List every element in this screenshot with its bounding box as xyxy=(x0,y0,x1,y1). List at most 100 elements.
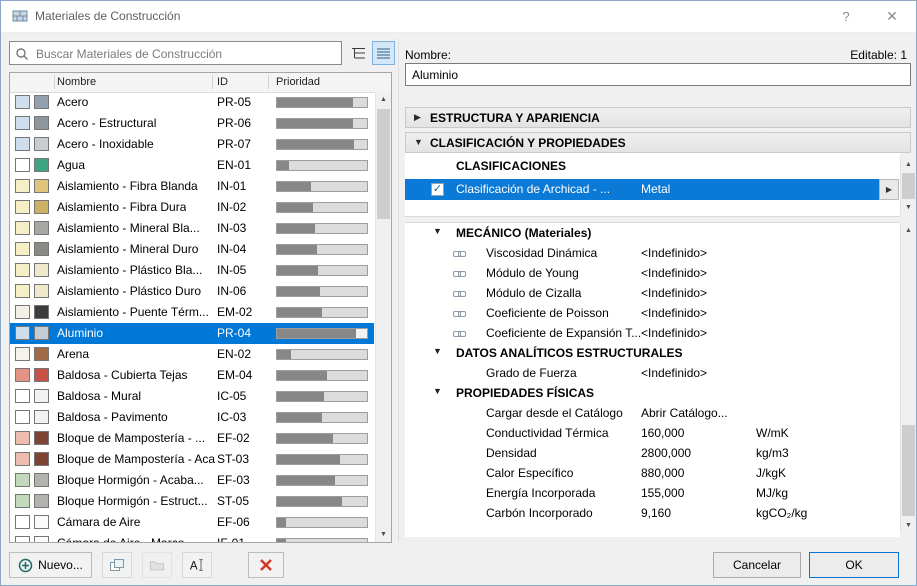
priority-fill xyxy=(277,434,333,443)
search-input[interactable] xyxy=(34,43,338,65)
cut-fill-swatch xyxy=(15,95,30,109)
material-row[interactable]: Bloque Hormigón - Acaba...EF-03 xyxy=(10,470,374,491)
material-row[interactable]: Bloque Hormigón - Estruct...ST-05 xyxy=(10,491,374,512)
classification-expand-button[interactable]: ▶ xyxy=(879,179,899,200)
property-value[interactable]: <Indefinido> xyxy=(641,266,707,280)
property-value[interactable]: 880,000 xyxy=(641,466,684,480)
material-row[interactable]: ArenaEN-02 xyxy=(10,344,374,365)
material-row[interactable]: Baldosa - Cubierta TejasEM-04 xyxy=(10,365,374,386)
delete-button[interactable] xyxy=(248,552,284,578)
property-row[interactable]: Cargar desde el CatálogoAbrir Catálogo..… xyxy=(405,403,900,423)
column-header-name[interactable]: Nombre xyxy=(57,76,96,88)
classification-row[interactable]: ✓ Clasificación de Archicad - ... Metal xyxy=(405,179,879,200)
material-row[interactable]: Aislamiento - Plástico DuroIN-06 xyxy=(10,281,374,302)
cut-fill-swatch xyxy=(15,347,30,361)
material-name: Bloque de Mampostería - ... xyxy=(57,428,205,449)
surface-swatch xyxy=(34,326,49,340)
material-row[interactable]: AguaEN-01 xyxy=(10,155,374,176)
cancel-button[interactable]: Cancelar xyxy=(713,552,801,578)
property-group-header[interactable]: ▼MECÁNICO (Materiales) xyxy=(405,223,900,243)
expanded-triangle-icon[interactable]: ▼ xyxy=(433,346,442,356)
column-header-id[interactable]: ID xyxy=(217,76,228,88)
accordion-classification-properties[interactable]: ▼ CLASIFICACIÓN Y PROPIEDADES xyxy=(405,132,911,153)
property-value[interactable]: <Indefinido> xyxy=(641,366,707,380)
property-value[interactable]: <Indefinido> xyxy=(641,326,707,340)
property-row[interactable]: Carbón Incorporado9,160kgCO₂/kg xyxy=(405,503,900,523)
property-row[interactable]: Conductividad Térmica160,000W/mK xyxy=(405,423,900,443)
scroll-thumb[interactable] xyxy=(377,109,390,219)
tree-view-button[interactable] xyxy=(347,41,370,65)
column-divider xyxy=(268,75,269,89)
properties-scrollbar[interactable]: ▲ ▼ xyxy=(900,223,916,533)
scroll-down-icon[interactable]: ▼ xyxy=(376,527,391,542)
property-group-header[interactable]: ▼PROPIEDADES FÍSICAS xyxy=(405,383,900,403)
column-divider xyxy=(54,75,55,89)
materials-scrollbar[interactable]: ▲ ▼ xyxy=(375,92,391,542)
help-button[interactable]: ? xyxy=(834,6,858,27)
property-row[interactable]: Viscosidad Dinámica<Indefinido> xyxy=(405,243,900,263)
property-value[interactable]: Abrir Catálogo... xyxy=(641,406,728,420)
material-row[interactable]: Baldosa - PavimentoIC-03 xyxy=(10,407,374,428)
list-view-button[interactable] xyxy=(372,41,395,65)
material-row[interactable]: Acero - InoxidablePR-07 xyxy=(10,134,374,155)
property-value[interactable]: 155,000 xyxy=(641,486,684,500)
scroll-up-icon[interactable]: ▲ xyxy=(376,92,391,107)
new-material-button[interactable]: Nuevo... xyxy=(9,552,92,578)
material-row[interactable]: Cámara de AireEF-06 xyxy=(10,512,374,533)
classifications-scrollbar[interactable]: ▲ ▼ xyxy=(900,157,916,215)
property-row[interactable]: Coeficiente de Poisson<Indefinido> xyxy=(405,303,900,323)
material-row[interactable]: AceroPR-05 xyxy=(10,92,374,113)
material-row[interactable]: Acero - EstructuralPR-06 xyxy=(10,113,374,134)
scroll-thumb[interactable] xyxy=(902,173,915,199)
property-value[interactable]: 2800,000 xyxy=(641,446,691,460)
property-row[interactable]: Módulo de Cizalla<Indefinido> xyxy=(405,283,900,303)
material-row[interactable]: Aislamiento - Fibra DuraIN-02 xyxy=(10,197,374,218)
scroll-up-icon[interactable]: ▲ xyxy=(901,223,916,238)
scroll-track[interactable] xyxy=(901,238,916,518)
material-row[interactable]: Aislamiento - Plástico Bla...IN-05 xyxy=(10,260,374,281)
scroll-track[interactable] xyxy=(376,107,391,527)
rename-button[interactable]: A xyxy=(182,552,212,578)
property-group-header[interactable]: ▼DATOS ANALÍTICOS ESTRUCTURALES xyxy=(405,343,900,363)
duplicate-button[interactable] xyxy=(102,552,132,578)
surface-swatch xyxy=(34,137,49,151)
scroll-down-icon[interactable]: ▼ xyxy=(901,200,916,215)
accordion-structure-appearance[interactable]: ▶ ESTRUCTURA Y APARIENCIA xyxy=(405,107,911,128)
property-value[interactable]: 9,160 xyxy=(641,506,671,520)
scroll-thumb[interactable] xyxy=(902,425,915,516)
close-button[interactable]: ✕ xyxy=(880,6,904,27)
property-value[interactable]: <Indefinido> xyxy=(641,306,707,320)
property-row[interactable]: Energía Incorporada155,000MJ/kg xyxy=(405,483,900,503)
property-row[interactable]: Coeficiente de Expansión T...<Indefinido… xyxy=(405,323,900,343)
scroll-track[interactable] xyxy=(901,172,916,200)
material-row[interactable]: AluminioPR-04 xyxy=(10,323,374,344)
material-id: EN-01 xyxy=(217,155,251,176)
material-name: Baldosa - Pavimento xyxy=(57,407,168,428)
scroll-down-icon[interactable]: ▼ xyxy=(901,518,916,533)
material-name-input[interactable] xyxy=(405,63,911,86)
property-row[interactable]: Módulo de Young<Indefinido> xyxy=(405,263,900,283)
column-header-priority[interactable]: Prioridad xyxy=(276,76,320,88)
ok-button[interactable]: OK xyxy=(809,552,899,578)
priority-bar xyxy=(276,328,368,339)
property-row[interactable]: Densidad2800,000kg/m3 xyxy=(405,443,900,463)
scroll-up-icon[interactable]: ▲ xyxy=(901,157,916,172)
material-row[interactable]: Bloque de Mampostería - Acab...ST-03 xyxy=(10,449,374,470)
expanded-triangle-icon[interactable]: ▼ xyxy=(433,226,442,236)
property-value[interactable]: <Indefinido> xyxy=(641,246,707,260)
expanded-triangle-icon[interactable]: ▼ xyxy=(433,386,442,396)
checkbox-checked-icon[interactable]: ✓ xyxy=(431,183,444,196)
material-row[interactable]: Aislamiento - Fibra BlandaIN-01 xyxy=(10,176,374,197)
material-id: IN-04 xyxy=(217,239,246,260)
priority-bar xyxy=(276,433,368,444)
material-row[interactable]: Aislamiento - Puente Térm...EM-02 xyxy=(10,302,374,323)
material-row[interactable]: Baldosa - MuralIC-05 xyxy=(10,386,374,407)
property-value[interactable]: 160,000 xyxy=(641,426,684,440)
property-value[interactable]: <Indefinido> xyxy=(641,286,707,300)
property-row[interactable]: Grado de Fuerza<Indefinido> xyxy=(405,363,900,383)
property-row[interactable]: Calor Específico880,000J/kgK xyxy=(405,463,900,483)
material-row[interactable]: Bloque de Mampostería - ...EF-02 xyxy=(10,428,374,449)
material-row[interactable]: Aislamiento - Mineral DuroIN-04 xyxy=(10,239,374,260)
material-row[interactable]: Aislamiento - Mineral Bla...IN-03 xyxy=(10,218,374,239)
material-row[interactable]: Cámara de Aire - Marco ...IF-01 xyxy=(10,533,374,542)
